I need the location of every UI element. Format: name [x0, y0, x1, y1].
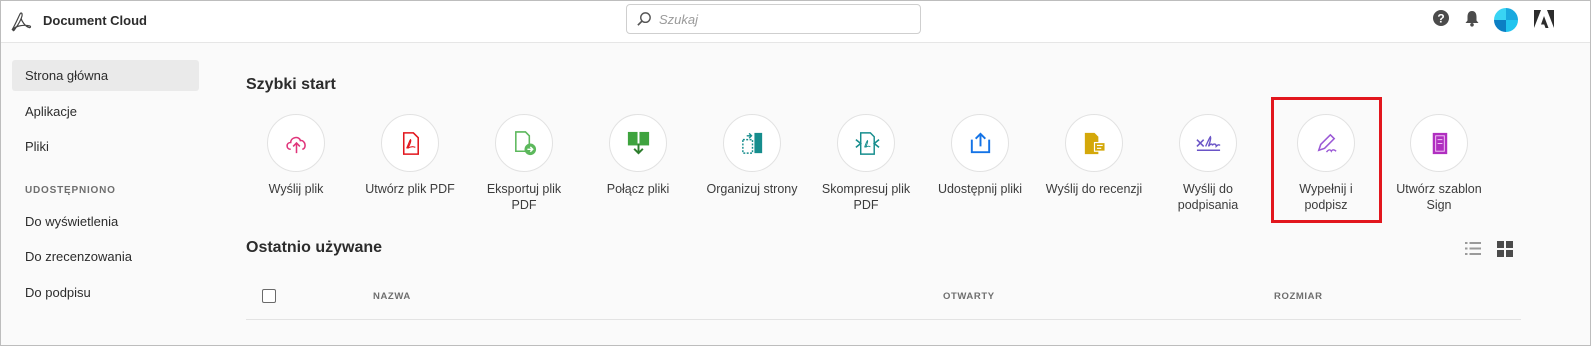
combine-files-icon	[627, 131, 650, 155]
tool-label: Połącz pliki	[606, 182, 670, 196]
tool-send-file[interactable]: Wyślij plik	[239, 114, 353, 214]
adobe-logo-icon[interactable]	[1533, 9, 1555, 29]
column-name[interactable]: NAZWA	[373, 291, 411, 302]
sidebar-item-home[interactable]: Strona główna	[12, 60, 199, 91]
sidebar-item-apps[interactable]: Aplikacje	[12, 96, 199, 127]
send-sign-icon	[1196, 135, 1221, 152]
tool-label: Organizuj strony	[706, 182, 798, 196]
recent-title: Ostatnio używane	[246, 239, 383, 256]
export-pdf-icon	[515, 131, 537, 156]
tool-icon-circle[interactable]	[1065, 114, 1123, 172]
tool-label: Wyślij plik	[268, 182, 324, 196]
recent-table-header: NAZWA OTWARTY ROZMIAR	[246, 281, 1521, 320]
send-review-icon	[1084, 132, 1106, 155]
app-window: Document Cloud ? Strona główna Aplikacje…	[0, 0, 1591, 346]
tool-icon-circle[interactable]	[267, 114, 325, 172]
sign-template-icon	[1432, 132, 1448, 155]
select-all-checkbox[interactable]	[262, 289, 276, 303]
search-input[interactable]	[659, 10, 909, 29]
quick-start-title: Szybki start	[246, 76, 336, 93]
user-avatar[interactable]	[1494, 8, 1518, 32]
app-title: Document Cloud	[43, 13, 147, 28]
tool-icon-circle[interactable]	[1410, 114, 1468, 172]
list-view-icon[interactable]	[1465, 241, 1481, 256]
sidebar-item-files[interactable]: Pliki	[12, 131, 199, 162]
tool-create-pdf[interactable]: Utwórz plik PDF	[353, 114, 467, 214]
tool-label: Wyślij do recenzji	[1045, 182, 1143, 196]
search-box[interactable]	[626, 4, 921, 34]
column-size[interactable]: ROZMIAR	[1274, 291, 1323, 302]
acrobat-logo-icon[interactable]	[9, 10, 33, 34]
tool-send-for-review[interactable]: Wyślij do recenzji	[1037, 114, 1151, 214]
create-pdf-icon	[402, 132, 419, 155]
sidebar-item-to-view[interactable]: Do wyświetlenia	[12, 206, 199, 237]
tool-icon-circle[interactable]	[837, 114, 895, 172]
sidebar-section-shared: UDOSTĘPNIONO	[25, 185, 116, 196]
search-icon	[637, 12, 651, 26]
tool-label: Wyślij do podpisania	[1177, 182, 1239, 212]
tool-icon-circle[interactable]	[381, 114, 439, 172]
tool-icon-circle[interactable]	[951, 114, 1009, 172]
sidebar: Strona główna Aplikacje Pliki UDOSTĘPNIO…	[1, 44, 211, 344]
tool-label: Eksportuj plik PDF	[486, 182, 562, 212]
sidebar-item-to-review[interactable]: Do zrecenzowania	[12, 241, 199, 272]
tool-label: Utwórz plik PDF	[365, 182, 455, 196]
upload-cloud-icon	[286, 136, 306, 154]
organize-pages-icon	[742, 132, 763, 154]
tool-icon-circle[interactable]	[609, 114, 667, 172]
column-opened[interactable]: OTWARTY	[943, 291, 995, 302]
tool-icon-circle[interactable]	[495, 114, 553, 172]
tool-organize-pages[interactable]: Organizuj strony	[695, 114, 809, 214]
tool-icon-circle[interactable]	[1179, 114, 1237, 172]
tool-combine-files[interactable]: Połącz pliki	[581, 114, 695, 214]
tool-compress-pdf[interactable]: Skompresuj plik PDF	[809, 114, 923, 214]
grid-view-icon[interactable]	[1497, 241, 1513, 257]
compress-pdf-icon	[855, 132, 880, 155]
tool-label: Utwórz szablon Sign	[1396, 182, 1482, 212]
tool-label: Udostępnij pliki	[937, 182, 1023, 196]
tool-send-for-signature[interactable]: Wyślij do podpisania	[1151, 114, 1265, 214]
tool-create-sign-template[interactable]: Utwórz szablon Sign	[1382, 114, 1496, 214]
tool-icon-circle[interactable]	[723, 114, 781, 172]
svg-text:?: ?	[1437, 12, 1444, 26]
notification-bell-icon[interactable]	[1463, 9, 1481, 27]
fill-and-sign-highlight-box	[1271, 97, 1382, 223]
tool-label: Skompresuj plik PDF	[821, 182, 911, 212]
share-files-icon	[970, 132, 991, 154]
top-bar: Document Cloud ?	[1, 1, 1590, 43]
tool-export-pdf[interactable]: Eksportuj plik PDF	[467, 114, 581, 214]
tool-share-files[interactable]: Udostępnij pliki	[923, 114, 1037, 214]
sidebar-item-to-sign[interactable]: Do podpisu	[12, 277, 199, 308]
help-icon[interactable]: ?	[1432, 9, 1450, 27]
